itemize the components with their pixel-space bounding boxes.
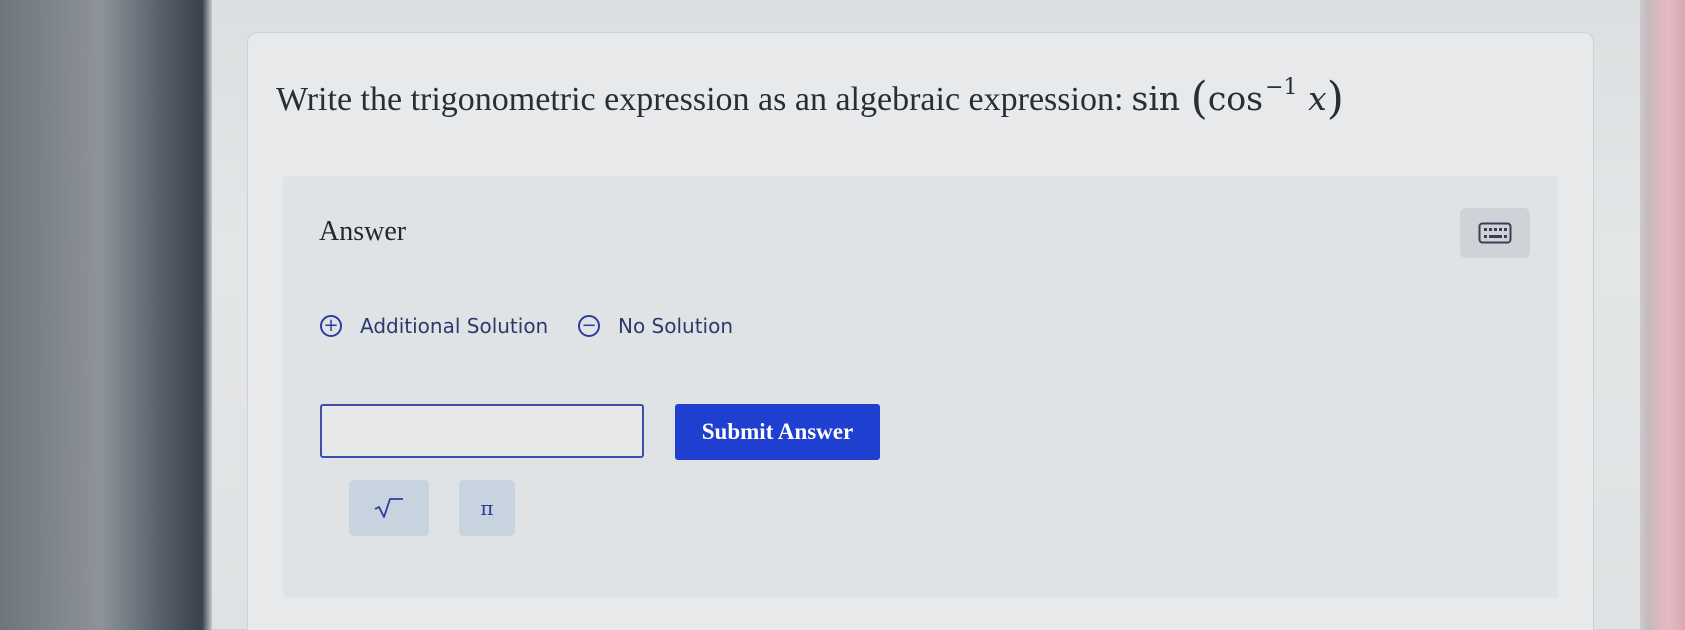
square-root-icon [374, 498, 403, 518]
no-solution-label: No Solution [618, 314, 734, 338]
question-text: Write the trigonometric expression as an… [276, 73, 1556, 124]
minus-circle-icon: − [578, 315, 600, 337]
plus-circle-icon: + [320, 315, 342, 337]
submit-answer-button[interactable]: Submit Answer [675, 404, 880, 460]
question-card: Write the trigonometric expression as an… [247, 32, 1594, 630]
additional-solution-button[interactable]: + Additional Solution [320, 314, 548, 338]
answer-input[interactable] [320, 404, 644, 458]
question-prompt: Write the trigonometric expression as an… [276, 81, 1124, 118]
keyboard-icon [1478, 222, 1512, 244]
square-root-button[interactable] [349, 480, 429, 536]
math-expression: sin (cos−1 x) [1131, 73, 1344, 124]
answer-label: Answer [319, 216, 407, 247]
pi-button[interactable]: π [459, 480, 515, 536]
browser-viewport: Write the trigonometric expression as an… [212, 0, 1640, 630]
keyboard-toggle-button[interactable] [1460, 208, 1530, 258]
answer-panel: Answer + Additional Solution − No Soluti… [283, 176, 1558, 598]
pi-symbol: π [480, 496, 494, 520]
additional-solution-label: Additional Solution [360, 314, 549, 338]
no-solution-button[interactable]: − No Solution [578, 314, 733, 338]
